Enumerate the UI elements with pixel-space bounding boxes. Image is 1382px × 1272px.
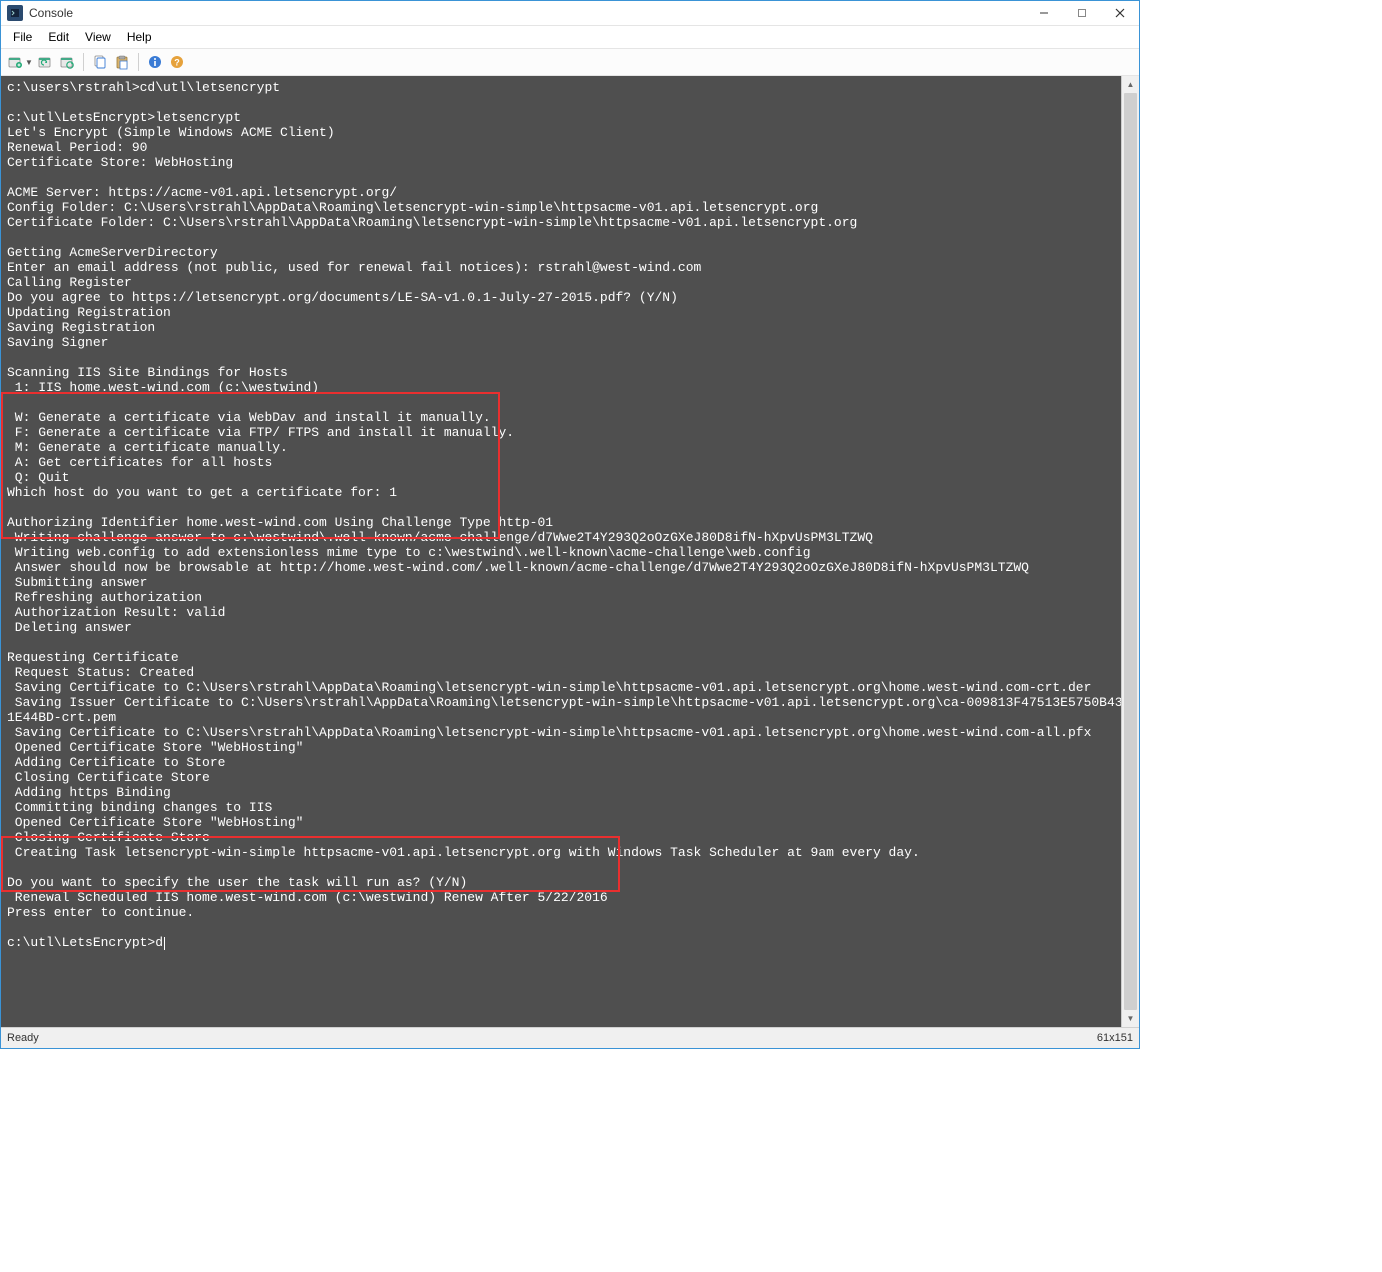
toolbar-refresh[interactable] — [35, 52, 55, 72]
toolbar-copy[interactable] — [90, 52, 110, 72]
toolbar-new-tab-dropdown[interactable]: ▼ — [25, 58, 33, 67]
toolbar-paste[interactable] — [112, 52, 132, 72]
menubar: File Edit View Help — [1, 26, 1139, 48]
terminal-block: Authorizing Identifier home.west-wind.co… — [7, 515, 1029, 635]
terminal-block: ACME Server: https://acme-v01.api.letsen… — [7, 185, 857, 230]
window-title: Console — [29, 6, 1025, 20]
status-ready: Ready — [7, 1032, 39, 1044]
scroll-thumb[interactable] — [1124, 93, 1137, 1010]
close-button[interactable] — [1101, 1, 1139, 25]
terminal-line: c:\users\rstrahl>cd\utl\letsencrypt — [7, 80, 280, 95]
terminal-block: Requesting Certificate Request Status: C… — [7, 650, 1121, 860]
console-window: Console File Edit View Help ▼ — [0, 0, 1140, 1049]
app-icon — [7, 5, 23, 21]
menu-edit[interactable]: Edit — [40, 28, 77, 46]
toolbar-new-tab[interactable] — [5, 52, 25, 72]
titlebar: Console — [1, 1, 1139, 26]
scroll-track[interactable] — [1122, 93, 1139, 1010]
terminal-block: Scanning IIS Site Bindings for Hosts 1: … — [7, 365, 514, 500]
scroll-down-button[interactable]: ▼ — [1122, 1010, 1139, 1027]
menu-view[interactable]: View — [77, 28, 119, 46]
terminal[interactable]: c:\users\rstrahl>cd\utl\letsencrypt c:\u… — [1, 76, 1121, 1027]
minimize-button[interactable] — [1025, 1, 1063, 25]
toolbar-separator-1 — [83, 53, 84, 71]
status-dims: 61x151 — [1097, 1032, 1133, 1044]
terminal-input[interactable]: d — [155, 935, 163, 950]
cursor — [164, 937, 165, 950]
toolbar-about[interactable] — [145, 52, 165, 72]
content-area: c:\users\rstrahl>cd\utl\letsencrypt c:\u… — [1, 76, 1139, 1027]
toolbar-reload[interactable] — [57, 52, 77, 72]
maximize-button[interactable] — [1063, 1, 1101, 25]
toolbar-separator-2 — [138, 53, 139, 71]
vertical-scrollbar[interactable]: ▲ ▼ — [1121, 76, 1139, 1027]
menu-help[interactable]: Help — [119, 28, 160, 46]
terminal-block: Getting AcmeServerDirectory Enter an ema… — [7, 245, 701, 350]
terminal-block: Do you want to specify the user the task… — [7, 875, 608, 920]
toolbar: ▼ ? — [1, 48, 1139, 76]
terminal-prompt: c:\utl\LetsEncrypt> — [7, 935, 155, 950]
terminal-block: c:\utl\LetsEncrypt>letsencrypt Let's Enc… — [7, 110, 335, 170]
svg-text:?: ? — [174, 58, 180, 68]
menu-file[interactable]: File — [5, 28, 40, 46]
statusbar: Ready 61x151 — [1, 1027, 1139, 1048]
toolbar-help[interactable]: ? — [167, 52, 187, 72]
scroll-up-button[interactable]: ▲ — [1122, 76, 1139, 93]
